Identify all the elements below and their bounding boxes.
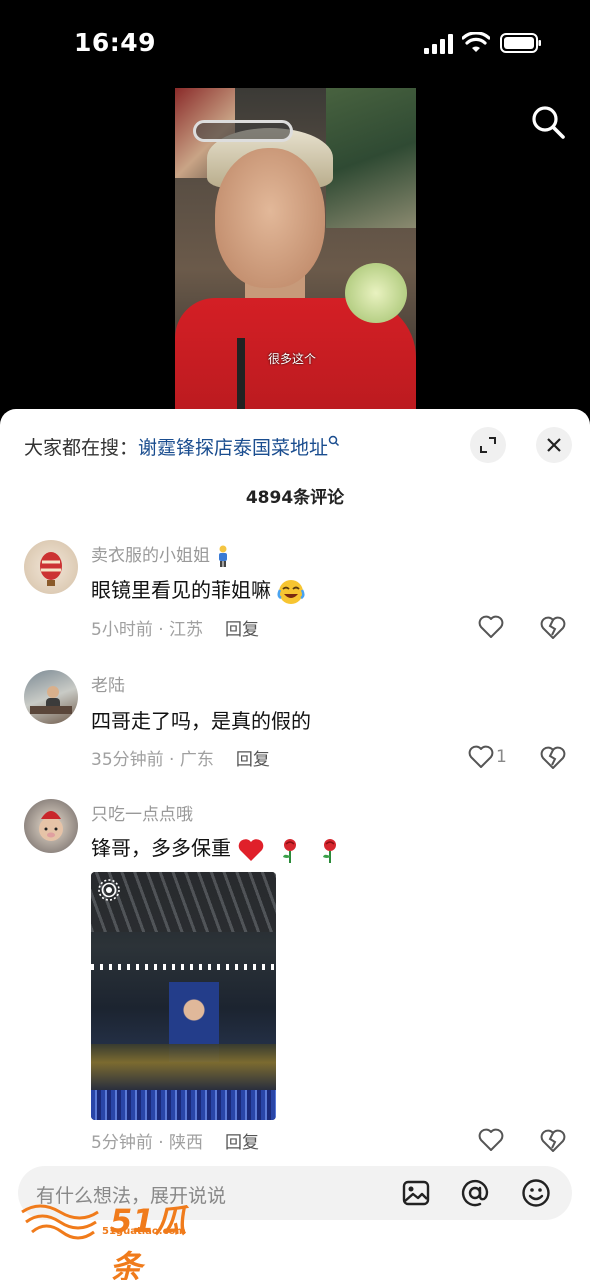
hot-search-prefix: 大家都在搜： [24,437,139,459]
comment-text: 四哥走了吗，是真的假的 [91,709,311,733]
watermark-brand: 51瓜条 [110,1202,187,1280]
watermark-logo: 51瓜条 51guatiao.com [20,1196,210,1280]
dislike-broken-heart-icon[interactable] [540,745,566,771]
reply-button[interactable]: 回复 [225,620,259,640]
like-count: 1 [496,747,507,767]
dislike-broken-heart-icon[interactable] [540,615,566,641]
search-icon[interactable] [528,102,568,142]
expand-button[interactable] [470,427,506,463]
status-bar: 16:49 [0,0,590,88]
comment-username[interactable]: 老陆 [91,671,125,696]
reply-button[interactable]: 回复 [225,1133,259,1153]
comment-item: 卖衣服的小姐姐 眼镜里看见的菲姐嘛 5小时前 · 江苏 回复 [0,539,590,649]
live-photo-icon [98,879,120,901]
comment-panel: 大家都在搜：谢霆锋探店泰国菜地址 4894条评论 卖衣服的小姐姐 眼镜里看见的菲… [0,409,590,1280]
comment-text: 眼镜里看见的菲姐嘛 [91,578,271,602]
cellular-signal-icon [424,34,453,54]
like-heart-icon[interactable] [478,1126,508,1154]
comment-item: 只吃一点点哦 锋哥，多多保重 5分钟前 · 陕西 回复 [0,798,590,1158]
comment-item: 老陆 四哥走了吗，是真的假的 35分钟前 · 广东 回复 1 [0,669,590,779]
dislike-broken-heart-icon[interactable] [540,1128,566,1154]
comment-time-location: 35分钟前 · 广东 [91,750,214,770]
mention-at-icon[interactable] [459,1177,491,1209]
comment-username[interactable]: 只吃一点点哦 [91,800,193,825]
like-heart-icon [468,745,494,768]
expand-icon [480,437,496,453]
rose-emoji-icon [323,838,337,863]
avatar[interactable] [24,540,78,594]
avatar[interactable] [24,799,78,853]
avatar[interactable] [24,670,78,724]
video-caption: 很多这个 [268,352,317,366]
battery-icon [500,33,541,53]
hot-search[interactable]: 大家都在搜：谢霆锋探店泰国菜地址 [24,433,340,460]
sunglasses [193,120,293,142]
comment-username[interactable]: 卖衣服的小姐姐 [91,546,210,566]
like-heart-icon[interactable] [478,613,508,641]
comment-text: 锋哥，多多保重 [91,836,231,860]
hot-search-query[interactable]: 谢霆锋探店泰国菜地址 [138,437,328,459]
video-player[interactable]: 很多这个 [175,88,416,418]
like-button[interactable]: 1 [468,743,510,771]
person-emoji-icon [219,545,228,567]
reply-button[interactable]: 回复 [236,750,270,770]
watermark-wave-icon [21,1204,99,1240]
status-time: 16:49 [74,28,157,57]
laughing-emoji-icon [277,579,305,604]
emoji-icon[interactable] [520,1177,552,1209]
red-heart-emoji-icon [239,838,264,861]
comment-count: 4894条评论 [245,488,345,508]
image-icon[interactable] [400,1177,432,1209]
comment-time-location: 5小时前 · 江苏 [91,620,204,640]
comment-image[interactable] [91,872,276,1120]
close-button[interactable] [536,427,572,463]
search-small-icon [328,435,340,446]
comment-time-location: 5分钟前 · 陕西 [91,1133,204,1153]
wifi-icon [462,32,490,52]
close-icon [547,438,561,452]
rose-emoji-icon [282,838,296,863]
watermark-url: 51guatiao.com [102,1226,186,1237]
